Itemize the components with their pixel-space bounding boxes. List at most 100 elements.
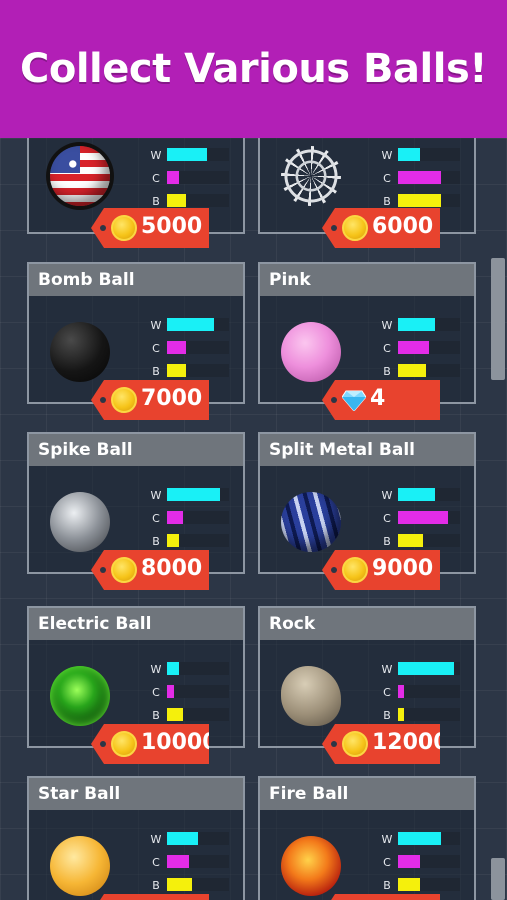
- stat-row-w: W: [380, 486, 465, 509]
- stat-letter: W: [150, 833, 162, 846]
- price-tag-button[interactable]: 12000: [322, 724, 440, 764]
- stat-letter: C: [152, 172, 160, 185]
- stat-bar-fill: [398, 148, 420, 161]
- stat-bar-fill: [167, 878, 192, 891]
- price-tag-button[interactable]: [322, 894, 440, 900]
- stat-bar-track: [167, 534, 229, 547]
- price-value: 12000: [372, 730, 449, 755]
- stat-row-c: C: [380, 509, 465, 532]
- price-tag-button[interactable]: 9000: [322, 550, 440, 590]
- stat-bar-track: [398, 171, 460, 184]
- stat-letter: C: [152, 512, 160, 525]
- coin-icon: [342, 557, 368, 583]
- stat-letter: W: [381, 319, 393, 332]
- tag-hole: [100, 225, 106, 231]
- stat-bar-fill: [167, 341, 186, 354]
- stat-bar-fill: [398, 832, 441, 845]
- pink-soccer-ball-icon: [281, 322, 341, 382]
- ball-card[interactable]: Bomb Ball W C B 7000: [27, 262, 245, 420]
- rock-icon: [281, 666, 341, 726]
- ball-card[interactable]: Spike Ball W C B 8000: [27, 432, 245, 590]
- price-tag-button[interactable]: 5000: [91, 208, 209, 248]
- stat-row-w: W: [149, 316, 234, 339]
- ball-card[interactable]: Split Metal Ball W C B 9000: [258, 432, 476, 590]
- ball-stats: WCB: [149, 146, 234, 215]
- stat-bar-track: [398, 194, 460, 207]
- stat-letter: C: [383, 172, 391, 185]
- tag-hole: [331, 225, 337, 231]
- stat-bar-track: [398, 855, 460, 868]
- stat-letter: B: [383, 365, 391, 378]
- stat-bar-track: [167, 364, 229, 377]
- ball-stats: WCB: [380, 146, 465, 215]
- stat-row-c: C: [149, 683, 234, 706]
- star-ball-icon: [50, 836, 110, 896]
- stat-bar-fill: [167, 171, 179, 184]
- stat-bar-track: [167, 855, 229, 868]
- stat-bar-fill: [398, 855, 420, 868]
- ball-stats: WCB: [149, 486, 234, 555]
- banner-title: Collect Various Balls!: [20, 46, 488, 92]
- scrollbar-thumb-lower[interactable]: [491, 858, 505, 900]
- price-tag-button[interactable]: 4: [322, 380, 440, 420]
- ball-card[interactable]: Star Ball W C B: [27, 776, 245, 900]
- stat-bar-track: [167, 171, 229, 184]
- stat-row-w: W: [149, 146, 234, 169]
- stat-bar-fill: [398, 708, 404, 721]
- stat-bar-track: [167, 685, 229, 698]
- price-tag-button[interactable]: 7000: [91, 380, 209, 420]
- stat-bar-fill: [167, 511, 183, 524]
- coin-icon: [111, 557, 137, 583]
- tag-hole: [331, 567, 337, 573]
- stat-letter: B: [383, 879, 391, 892]
- ball-stats: WCB: [149, 316, 234, 385]
- stat-bar-fill: [398, 662, 454, 675]
- stat-bar-track: [398, 341, 460, 354]
- ball-card[interactable]: Electric Ball W C B 10000: [27, 606, 245, 764]
- stat-row-w: W: [149, 830, 234, 853]
- tag-hole: [100, 741, 106, 747]
- stat-bar-track: [398, 662, 460, 675]
- bucky-ball-icon: [281, 146, 341, 206]
- stat-bar-track: [167, 341, 229, 354]
- price-tag-button[interactable]: 10000: [91, 724, 209, 764]
- stat-letter: W: [150, 319, 162, 332]
- price-value: 10000: [141, 730, 218, 755]
- stat-bar-track: [167, 832, 229, 845]
- ball-card[interactable]: Pink W C B 4: [258, 262, 476, 420]
- stat-bar-track: [398, 148, 460, 161]
- stat-bar-track: [167, 488, 229, 501]
- stat-bar-fill: [398, 534, 423, 547]
- price-value: 8000: [141, 556, 203, 581]
- stat-bar-fill: [167, 685, 174, 698]
- stat-row-w: W: [149, 660, 234, 683]
- price-tag-button[interactable]: 8000: [91, 550, 209, 590]
- ball-name: Spike Ball: [29, 434, 243, 466]
- coin-icon: [111, 387, 137, 413]
- tag-hole: [331, 397, 337, 403]
- stat-row-c: C: [380, 169, 465, 192]
- ball-stats: WCB: [380, 486, 465, 555]
- scrollbar-thumb[interactable]: [491, 258, 505, 380]
- stat-letter: C: [383, 342, 391, 355]
- ball-stats: WCB: [380, 830, 465, 899]
- stat-bar-fill: [398, 685, 404, 698]
- stat-bar-fill: [167, 364, 186, 377]
- ball-card[interactable]: Fire Ball W C B: [258, 776, 476, 900]
- stat-bar-fill: [398, 171, 441, 184]
- ball-name: Electric Ball: [29, 608, 243, 640]
- price-tag-button[interactable]: 6000: [322, 208, 440, 248]
- stat-bar-track: [398, 708, 460, 721]
- stat-bar-fill: [398, 511, 448, 524]
- price-tag-button[interactable]: [91, 894, 209, 900]
- ball-card[interactable]: Rock W C B 12000: [258, 606, 476, 764]
- stat-row-c: C: [380, 853, 465, 876]
- stat-letter: C: [152, 856, 160, 869]
- tag-hole: [100, 567, 106, 573]
- stat-bar-fill: [167, 194, 186, 207]
- stat-letter: B: [152, 535, 160, 548]
- stat-bar-fill: [167, 318, 214, 331]
- ball-name: Rock: [260, 608, 474, 640]
- stat-bar-fill: [167, 662, 179, 675]
- ball-name: Star Ball: [29, 778, 243, 810]
